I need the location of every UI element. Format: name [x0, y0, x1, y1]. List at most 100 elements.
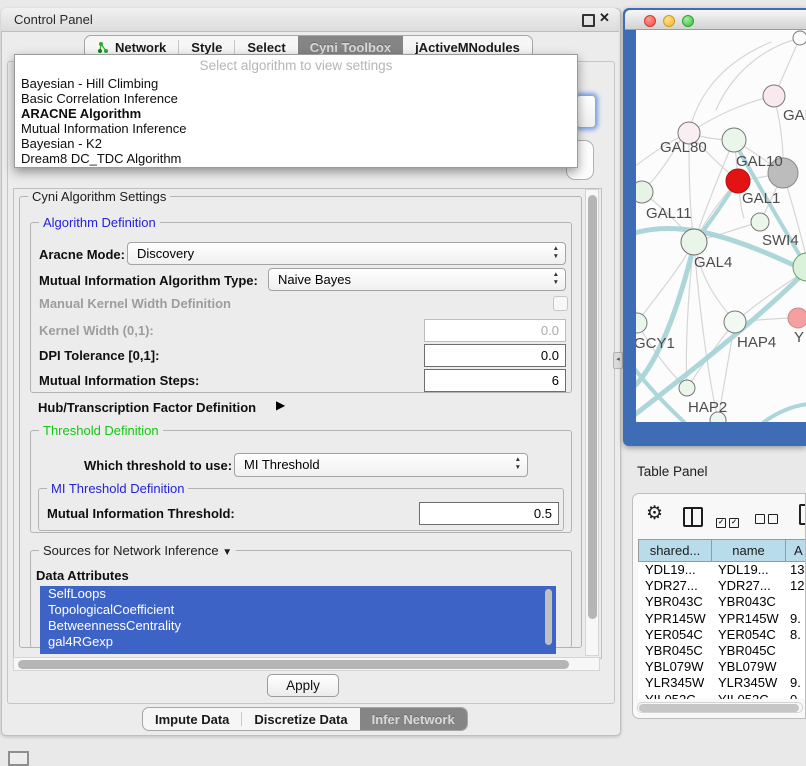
- node-label: GAL80: [660, 139, 707, 156]
- table-cell: [785, 594, 806, 610]
- algorithm-option[interactable]: Bayesian - K2: [15, 136, 577, 151]
- which-threshold-label: Which threshold to use:: [84, 458, 232, 473]
- scrollbar-thumb[interactable]: [639, 704, 799, 712]
- node-gal-partial[interactable]: [763, 85, 785, 107]
- select-all-checkboxes-icon[interactable]: ✓✓: [716, 511, 742, 529]
- data-attributes-list[interactable]: SelfLoopsTopologicalCoefficientBetweenne…: [40, 586, 556, 654]
- close-traffic-light[interactable]: [644, 15, 656, 27]
- mi-threshold-field[interactable]: 0.5: [419, 502, 559, 525]
- tab-label: Infer Network: [372, 712, 455, 727]
- tab-label: Style: [191, 40, 222, 55]
- table-cell: YIL052C: [638, 692, 711, 700]
- selected-value: MI Threshold: [244, 457, 320, 472]
- dpi-tolerance-field[interactable]: 0.0: [424, 344, 566, 367]
- table-cell: [785, 659, 806, 675]
- table-horizontal-scrollbar[interactable]: [637, 702, 803, 713]
- aracne-mode-select[interactable]: Discovery ▲▼: [127, 242, 566, 265]
- attribute-option[interactable]: BetweennessCentrality: [40, 618, 556, 634]
- table-row[interactable]: YER054CYER054C8.: [638, 627, 806, 643]
- minimize-traffic-light[interactable]: [663, 15, 675, 27]
- attribute-option[interactable]: SelfLoops: [40, 586, 556, 602]
- node-label: HAP4: [737, 334, 776, 351]
- attribute-option[interactable]: gal4RGexp: [40, 634, 556, 650]
- settings-vertical-scrollbar[interactable]: [585, 189, 599, 656]
- which-threshold-select[interactable]: MI Threshold ▲▼: [234, 453, 528, 477]
- close-icon[interactable]: ✕: [599, 10, 610, 26]
- table-cell: YBR043C: [638, 594, 711, 610]
- tab-label: Cyni Toolbox: [310, 40, 391, 55]
- node-hap4[interactable]: [724, 311, 746, 333]
- apply-button[interactable]: Apply: [267, 674, 339, 697]
- mi-threshold-label: Mutual Information Threshold:: [47, 506, 235, 521]
- columns-icon[interactable]: [683, 507, 703, 527]
- deselect-all-checkboxes-icon[interactable]: [755, 511, 781, 529]
- algorithm-option[interactable]: Dream8 DC_TDC Algorithm: [15, 151, 577, 166]
- aracne-mode-label: Aracne Mode:: [39, 247, 125, 262]
- selected-value: Naive Bayes: [278, 272, 351, 287]
- manual-kernel-checkbox[interactable]: [553, 296, 568, 311]
- table-row[interactable]: YPR145WYPR145W9.: [638, 611, 806, 627]
- group-title: Cyni Algorithm Settings: [28, 189, 170, 204]
- column-header[interactable]: shared...: [639, 540, 712, 561]
- table-cell: YBR045C: [638, 643, 711, 659]
- window-title: Control Panel: [14, 12, 93, 27]
- table-cell: YDL19...: [711, 562, 785, 578]
- table-cell: YPR145W: [638, 611, 711, 627]
- settings-horizontal-scrollbar[interactable]: [13, 657, 600, 671]
- network-canvas[interactable]: GAL GAL80 GAL10 GAL1 GAL11 SWI4 GAL4 GCY…: [636, 30, 806, 422]
- combo-arrows-icon: ▲▼: [553, 245, 559, 261]
- column-header[interactable]: name: [712, 540, 786, 561]
- table-cell: YIL052C: [711, 692, 785, 700]
- node-gal10[interactable]: [722, 128, 746, 152]
- collapse-down-icon[interactable]: ▼: [222, 547, 232, 558]
- column-header[interactable]: A: [786, 540, 806, 561]
- table-cell: YER054C: [711, 627, 785, 643]
- float-window-icon[interactable]: [582, 14, 595, 27]
- mi-type-select[interactable]: Naive Bayes ▲▼: [268, 268, 566, 291]
- table-cell: 9.: [785, 611, 806, 627]
- node-label: SWI4: [762, 232, 799, 249]
- bottom-left-grip[interactable]: [8, 751, 29, 766]
- table-row[interactable]: YBL079WYBL079W: [638, 659, 806, 675]
- node-swi4[interactable]: [751, 213, 769, 231]
- table-cell: 9.: [785, 675, 806, 691]
- node-gal11[interactable]: [636, 181, 653, 203]
- attributes-scrollbar-thumb[interactable]: [545, 589, 552, 645]
- inference-algorithm-combobox[interactable]: [576, 95, 596, 128]
- scrollbar-thumb[interactable]: [18, 660, 569, 669]
- node-hap2[interactable]: [679, 380, 695, 396]
- table-row[interactable]: YBR043CYBR043C: [638, 594, 806, 610]
- combo-arrows-icon: ▲▼: [553, 271, 559, 287]
- tab-infer-network[interactable]: Infer Network: [360, 708, 467, 730]
- tab-impute-data[interactable]: Impute Data: [143, 708, 241, 730]
- node-right-partial[interactable]: [793, 253, 806, 281]
- table-cell: 12: [785, 578, 806, 594]
- algorithm-option[interactable]: Basic Correlation Inference: [15, 91, 577, 106]
- scrollbar-thumb[interactable]: [588, 195, 597, 619]
- group-title: MI Threshold Definition: [47, 481, 188, 496]
- node-salmon[interactable]: [788, 308, 806, 328]
- table-row[interactable]: YBR045CYBR045C: [638, 643, 806, 659]
- table-row[interactable]: YDR27...YDR27...12: [638, 578, 806, 594]
- algorithm-option[interactable]: ARACNE Algorithm: [15, 106, 577, 121]
- table-cell: YBL079W: [638, 659, 711, 675]
- node-gal4[interactable]: [681, 229, 707, 255]
- table-row[interactable]: YLR345WYLR345W9.: [638, 675, 806, 691]
- algorithm-option[interactable]: Mutual Information Inference: [15, 121, 577, 136]
- attribute-option[interactable]: TopologicalCoefficient: [40, 602, 556, 618]
- gear-icon[interactable]: ⚙: [646, 502, 663, 525]
- table-mode-icon[interactable]: [799, 504, 806, 525]
- tab-discretize-data[interactable]: Discretize Data: [242, 708, 359, 730]
- panel-collapse-grip[interactable]: ◂: [613, 352, 623, 369]
- node-gcy1[interactable]: [636, 313, 647, 333]
- hub-definition-label: Hub/Transcription Factor Definition: [38, 400, 256, 415]
- table-header-row: shared... name A: [638, 539, 806, 562]
- mi-steps-field[interactable]: 6: [424, 369, 566, 392]
- table-row[interactable]: YIL052CYIL052C0: [638, 692, 806, 700]
- algorithm-option[interactable]: Bayesian - Hill Climbing: [15, 76, 577, 91]
- expand-right-icon[interactable]: ▶: [276, 398, 285, 412]
- zoom-traffic-light[interactable]: [682, 15, 694, 27]
- node[interactable]: [793, 31, 806, 45]
- table-row[interactable]: YDL19...YDL19...13: [638, 562, 806, 578]
- table-cell: YPR145W: [711, 611, 785, 627]
